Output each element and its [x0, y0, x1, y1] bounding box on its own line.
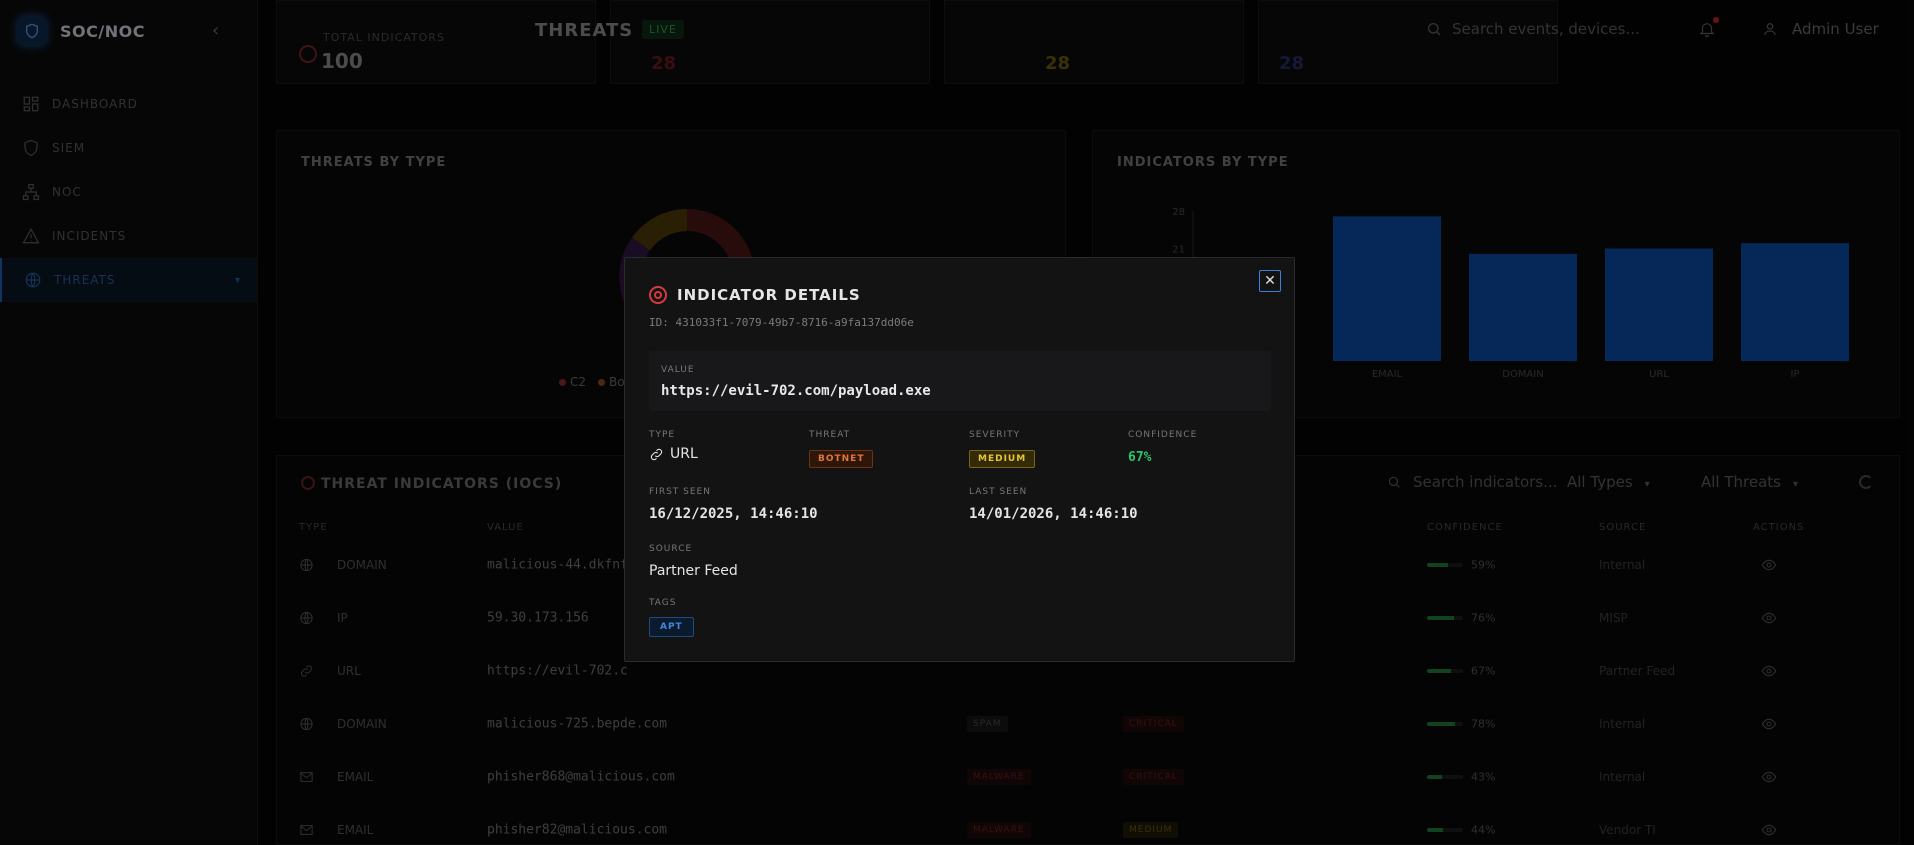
field-tags: TAGS APT: [649, 598, 694, 637]
field-label: SOURCE: [649, 544, 693, 554]
field-first-seen: FIRST SEEN 16/12/2025, 14:46:10: [649, 487, 818, 522]
field-label: THREAT: [809, 430, 851, 440]
field-label: SEVERITY: [969, 430, 1021, 440]
modal-header: INDICATOR DETAILS: [649, 286, 861, 304]
field-type: TYPE URL: [649, 430, 698, 462]
source-value: Partner Feed: [649, 563, 738, 579]
field-label: TYPE: [649, 430, 676, 440]
last-seen-value: 14/01/2026, 14:46:10: [969, 506, 1138, 522]
field-label: LAST SEEN: [969, 487, 1028, 497]
confidence-value: 67%: [1128, 450, 1152, 465]
field-label: VALUE: [661, 365, 695, 375]
indicator-value: https://evil-702.com/payload.exe: [661, 383, 931, 399]
indicator-details-modal: INDICATOR DETAILS ✕ ID: 431033f1-7079-49…: [624, 257, 1295, 662]
field-value: URL: [649, 446, 698, 462]
indicator-id: ID: 431033f1-7079-49b7-8716-a9fa137dd06e: [649, 316, 914, 329]
close-button[interactable]: ✕: [1259, 270, 1281, 292]
field-label: CONFIDENCE: [1128, 430, 1198, 440]
close-icon: ✕: [1264, 273, 1276, 289]
modal-title: INDICATOR DETAILS: [677, 286, 861, 304]
field-last-seen: LAST SEEN 14/01/2026, 14:46:10: [969, 487, 1138, 522]
link-icon: [650, 448, 663, 460]
threat-badge: BOTNET: [809, 450, 874, 468]
field-severity: SEVERITY MEDIUM: [969, 430, 1036, 468]
field-threat: THREAT BOTNET: [809, 430, 874, 468]
app-root: SOC/NOC ‹ DASHBOARD SIEM NOC INCIDENTS T…: [0, 0, 1914, 845]
field-source: SOURCE Partner Feed: [649, 544, 738, 579]
tag-badge: APT: [649, 617, 694, 637]
field-label: TAGS: [649, 598, 677, 608]
target-icon: [649, 286, 667, 304]
type-text: URL: [670, 446, 698, 462]
first-seen-value: 16/12/2025, 14:46:10: [649, 506, 818, 522]
field-confidence: CONFIDENCE 67%: [1128, 430, 1197, 465]
value-box: VALUE https://evil-702.com/payload.exe: [649, 351, 1271, 411]
field-label: FIRST SEEN: [649, 487, 711, 497]
severity-badge: MEDIUM: [969, 450, 1036, 468]
